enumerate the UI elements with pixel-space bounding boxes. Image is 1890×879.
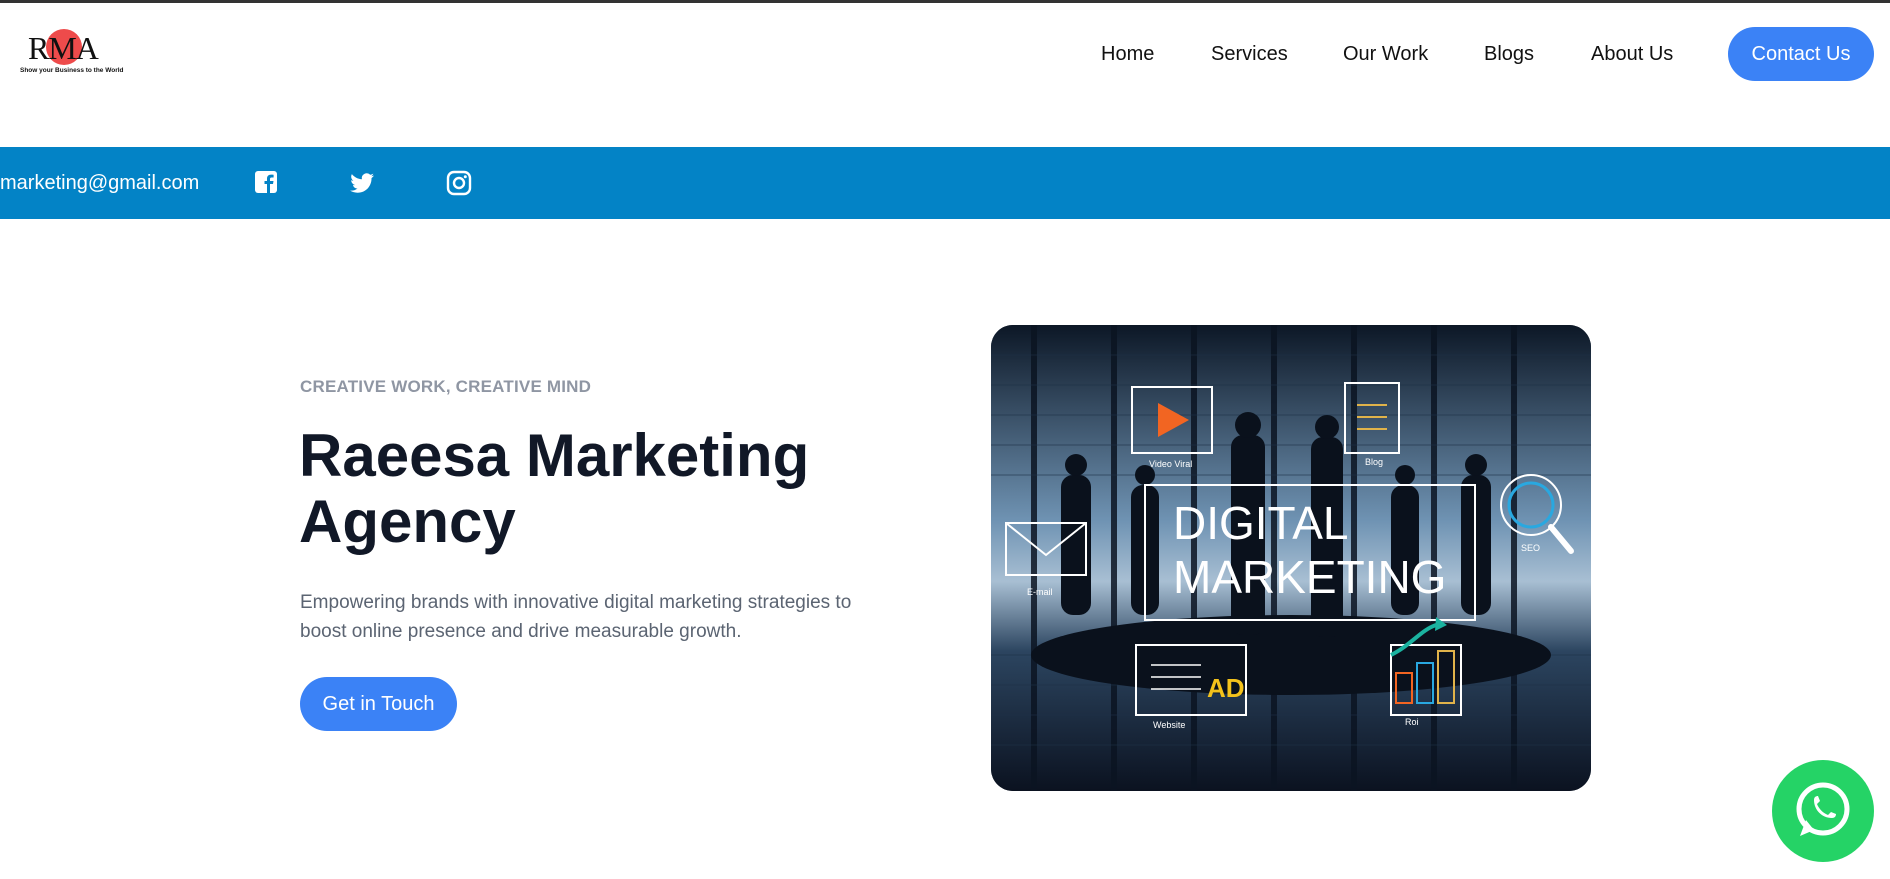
twitter-icon[interactable] — [348, 169, 376, 197]
image-headline-line1: DIGITAL — [1173, 497, 1349, 549]
label-website: Website — [1153, 720, 1185, 730]
label-roi: Roi — [1405, 717, 1419, 727]
whatsapp-chat-button[interactable] — [1772, 760, 1874, 862]
whatsapp-icon — [1796, 782, 1850, 836]
image-headline-line2: MARKETING — [1173, 551, 1446, 603]
nav-item-blogs[interactable]: Blogs — [1484, 40, 1534, 68]
ad-badge: AD — [1207, 673, 1245, 703]
contact-bar: marketing@gmail.com — [0, 147, 1890, 219]
main-nav: Home Services Our Work Blogs About Us — [0, 40, 1890, 68]
nav-item-home[interactable]: Home — [1101, 40, 1154, 68]
facebook-icon[interactable] — [253, 169, 281, 197]
hero-eyebrow: CREATIVE WORK, CREATIVE MIND — [300, 377, 592, 396]
hero-description: Empowering brands with innovative digita… — [300, 592, 852, 642]
nav-item-services[interactable]: Services — [1211, 40, 1288, 68]
logo-tagline: Show your Business to the World — [20, 67, 124, 74]
label-email: E-mail — [1027, 587, 1053, 597]
contact-email[interactable]: marketing@gmail.com — [0, 147, 199, 219]
instagram-icon[interactable] — [445, 169, 473, 197]
contact-us-button[interactable]: Contact Us — [1728, 27, 1874, 81]
hero-image: AD DIGITAL MARKETING Video Viral Blog E-… — [991, 325, 1591, 791]
site-header: RMA Show your Business to the World Home… — [0, 3, 1890, 147]
nav-item-about-us[interactable]: About Us — [1591, 40, 1673, 68]
digital-marketing-illustration: AD DIGITAL MARKETING Video Viral Blog E-… — [991, 325, 1591, 791]
label-seo: SEO — [1521, 543, 1540, 553]
get-in-touch-button[interactable]: Get in Touch — [300, 677, 457, 731]
hero-title: Raeesa Marketing Agency — [299, 422, 810, 555]
label-video-viral: Video Viral — [1149, 459, 1192, 469]
label-blog: Blog — [1365, 457, 1383, 467]
nav-item-our-work[interactable]: Our Work — [1343, 40, 1428, 68]
